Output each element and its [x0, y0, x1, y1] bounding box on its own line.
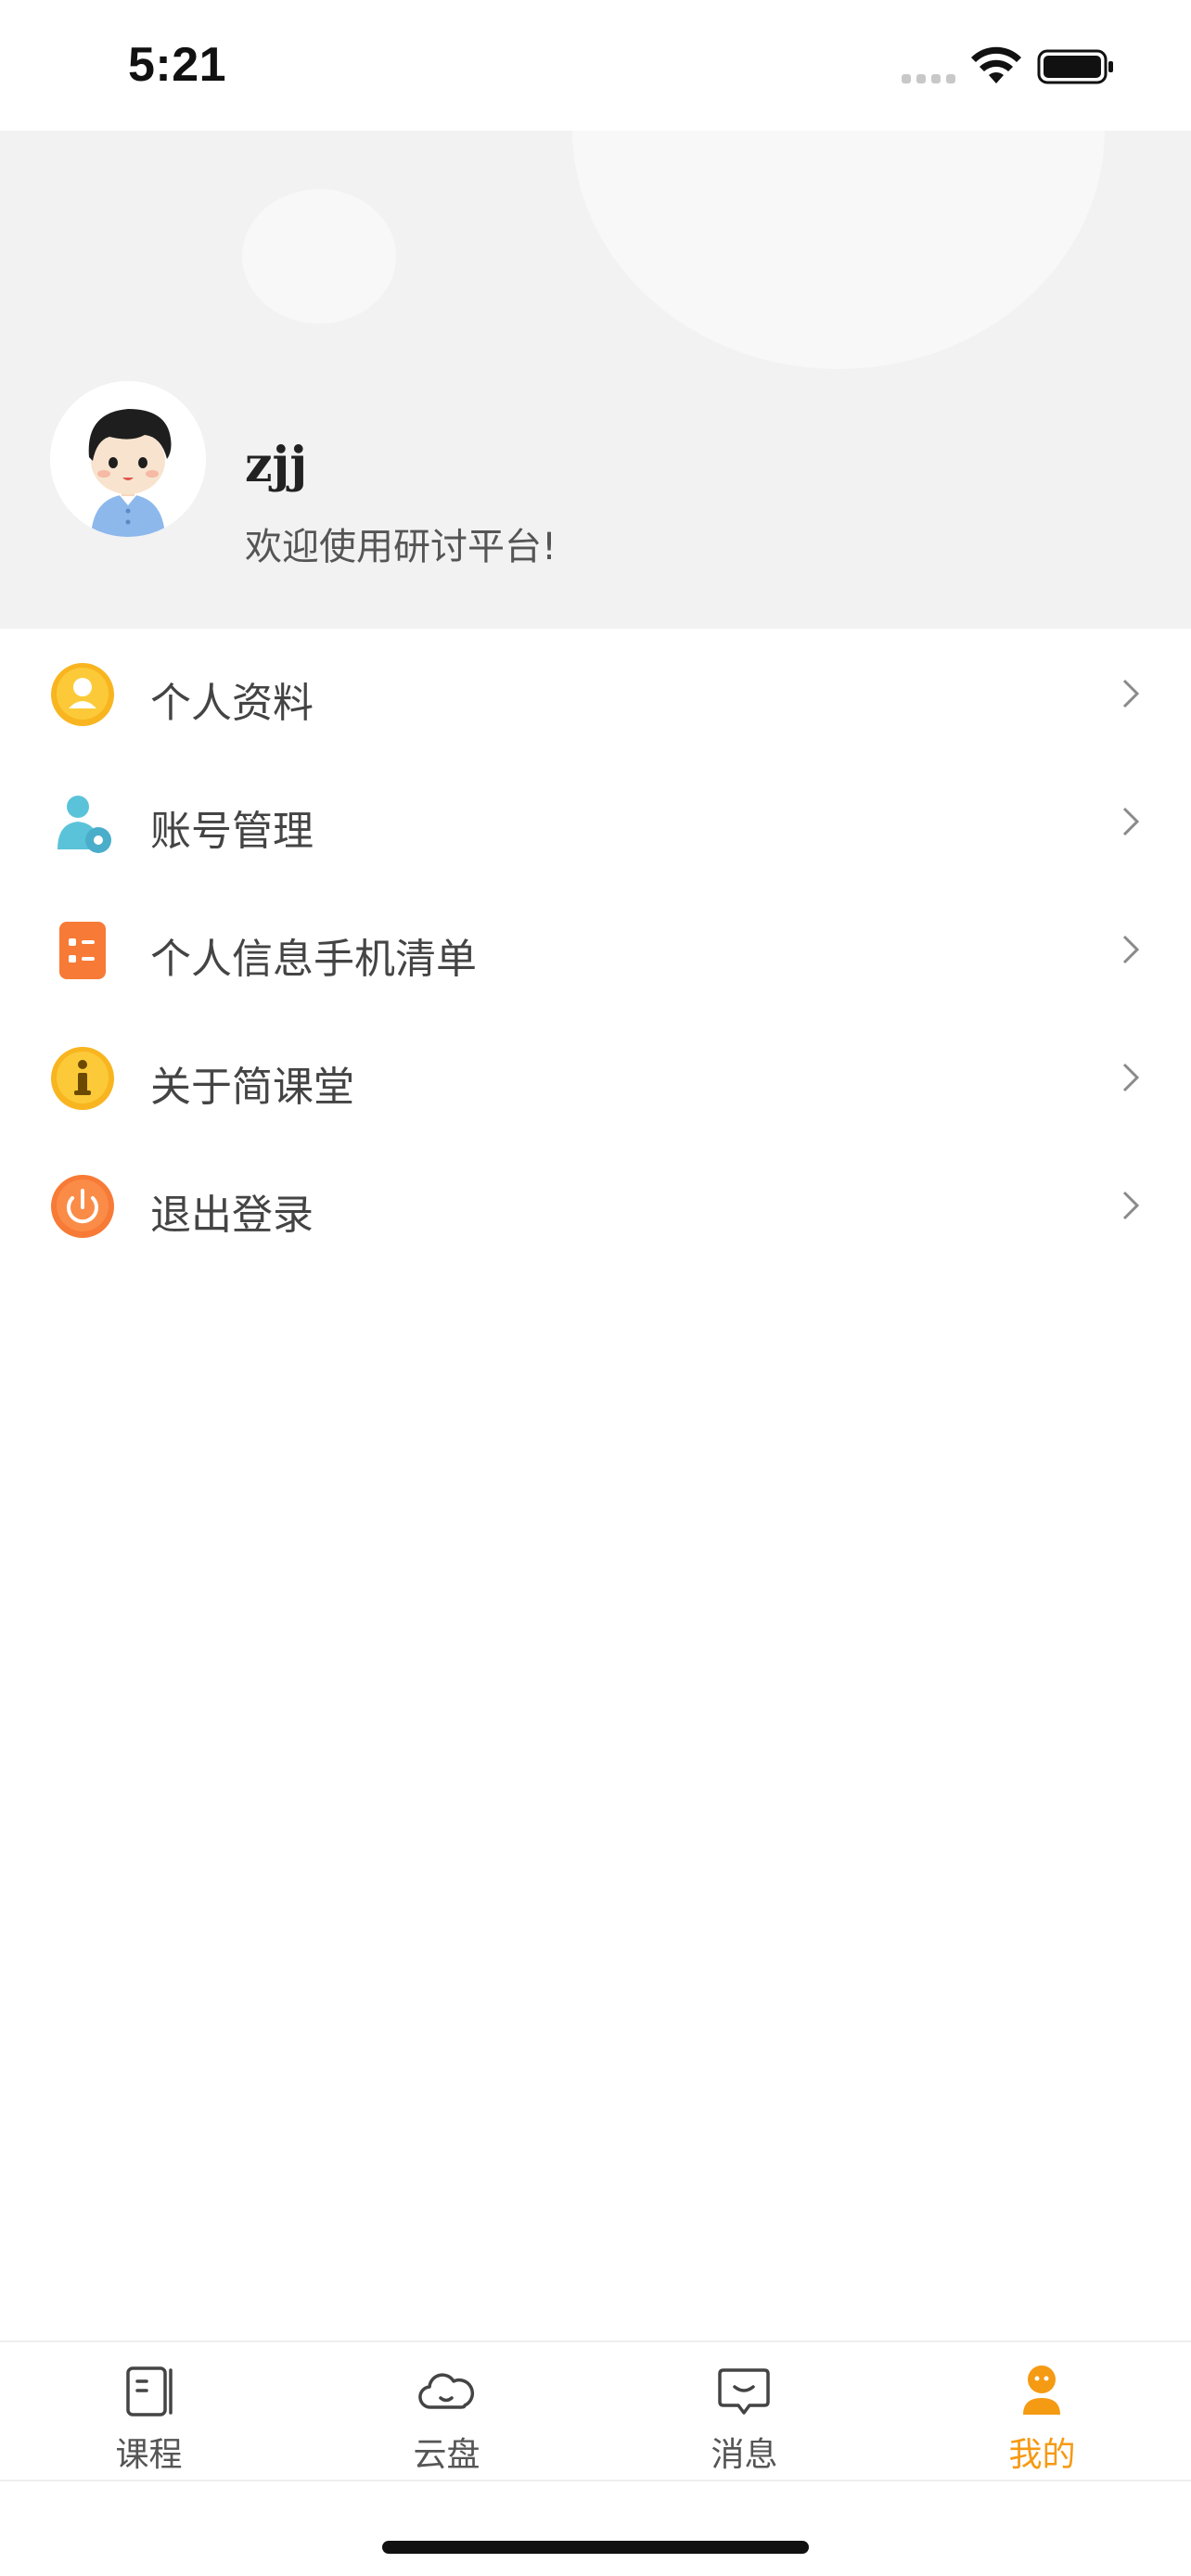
- menu-item-label: 账号管理: [150, 808, 314, 855]
- avatar[interactable]: [50, 381, 206, 537]
- account-settings-icon: [58, 796, 111, 853]
- decor-bubble: [242, 189, 396, 324]
- tab-courses[interactable]: 课程: [0, 2342, 298, 2480]
- tab-messages[interactable]: 消息: [596, 2342, 893, 2480]
- menu-item-label: 个人资料: [150, 680, 314, 727]
- tab-cloud[interactable]: 云盘: [298, 2342, 596, 2480]
- menu-item-profile[interactable]: 个人资料: [0, 629, 1191, 757]
- settings-menu: 个人资料 账号管理 个人信息手机清单 关于简课堂 退出登录: [0, 629, 1191, 1269]
- wifi-icon: [971, 46, 1021, 83]
- menu-item-logout[interactable]: 退出登录: [0, 1141, 1191, 1269]
- tab-label: 我的: [1008, 2436, 1076, 2474]
- tab-me[interactable]: 我的: [893, 2342, 1191, 2480]
- status-time: 5:21: [128, 38, 227, 92]
- profile-header: zjj 欢迎使用研讨平台!: [0, 131, 1191, 629]
- power-icon: [51, 1175, 114, 1238]
- status-bar: 5:21: [0, 0, 1191, 131]
- menu-item-about[interactable]: 关于简课堂: [0, 1013, 1191, 1141]
- decor-bubble: [572, 131, 1105, 369]
- tab-label: 云盘: [413, 2436, 480, 2474]
- book-icon: [126, 2366, 173, 2417]
- user-name: zjj: [245, 437, 308, 493]
- avatar-image: [50, 381, 206, 537]
- message-icon: [718, 2368, 770, 2415]
- chevron-right-icon: [1122, 679, 1140, 708]
- menu-item-label: 个人信息手机清单: [150, 936, 477, 983]
- menu-item-label: 关于简课堂: [150, 1064, 354, 1111]
- menu-item-account[interactable]: 账号管理: [0, 757, 1191, 885]
- tab-label: 课程: [115, 2436, 183, 2474]
- info-icon: [51, 1047, 114, 1110]
- home-indicator[interactable]: [382, 2541, 809, 2554]
- battery-icon: [1037, 49, 1113, 84]
- cellular-signal-icon: [902, 74, 957, 83]
- cloud-icon: [418, 2373, 475, 2409]
- menu-item-info-list[interactable]: 个人信息手机清单: [0, 885, 1191, 1013]
- chevron-right-icon: [1122, 807, 1140, 836]
- profile-icon: [1023, 2366, 1060, 2415]
- chevron-right-icon: [1122, 1191, 1140, 1220]
- menu-item-label: 退出登录: [150, 1192, 314, 1239]
- tab-bar: 课程 云盘 消息 我的: [0, 2340, 1191, 2481]
- chevron-right-icon: [1122, 1063, 1140, 1092]
- person-icon: [51, 663, 114, 726]
- list-icon: [59, 922, 106, 979]
- chevron-right-icon: [1122, 935, 1140, 964]
- tab-label: 消息: [711, 2436, 778, 2474]
- welcome-message: 欢迎使用研讨平台!: [245, 526, 557, 568]
